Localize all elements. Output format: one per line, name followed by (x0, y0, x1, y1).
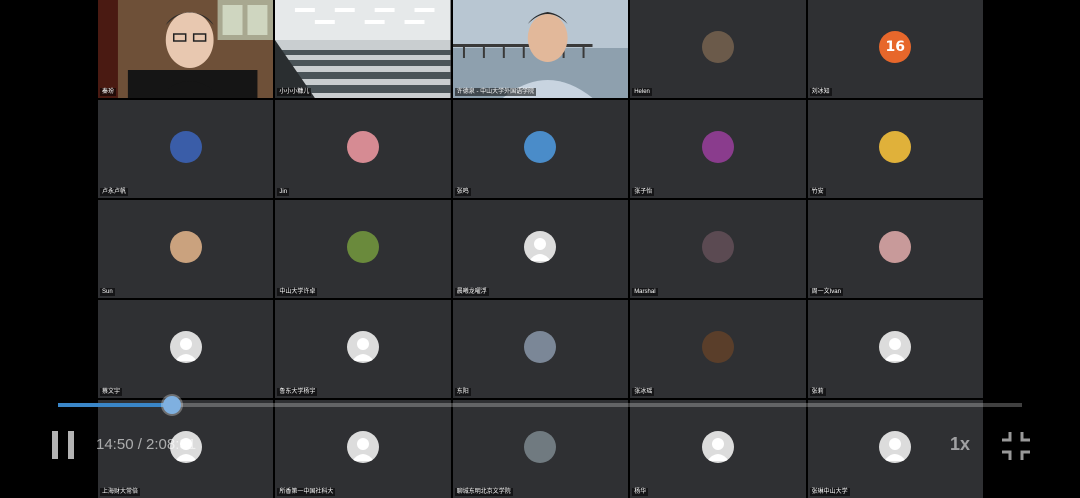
avatar (347, 331, 380, 363)
exit-fullscreen-icon[interactable] (1000, 430, 1032, 462)
participant-tile[interactable]: Marshal (630, 200, 806, 298)
avatar (879, 131, 912, 163)
pause-icon (52, 431, 58, 459)
participant-tile[interactable]: 东阳 (452, 300, 629, 398)
avatar (701, 331, 734, 363)
participant-name: 张琳中山大学 (809, 488, 850, 496)
participant-name: 张子怡 (632, 188, 655, 196)
avatar (169, 331, 202, 363)
avatar (347, 131, 380, 163)
progress-bar[interactable] (58, 396, 1022, 414)
participant-name: 东阳 (454, 388, 471, 396)
progress-fill (58, 403, 172, 407)
user-icon (352, 438, 375, 461)
avatar (524, 131, 557, 163)
avatar (347, 231, 380, 263)
participant-name: 小小小糠儿 (277, 88, 312, 96)
participant-tile[interactable]: 许德泉 - 中山大学外国语学院 (452, 0, 629, 98)
participant-tile[interactable]: 小小小糠儿 (275, 0, 451, 98)
participant-tile[interactable]: 卢永卢帆 (98, 100, 274, 198)
participant-name: Jin (277, 188, 290, 196)
avatar (169, 131, 202, 163)
participant-tile[interactable]: 16 刘冰知 (807, 0, 983, 98)
avatar (879, 431, 912, 463)
participant-name: 许德泉 - 中山大学外国语学院 (454, 88, 537, 96)
user-icon (174, 338, 197, 361)
participant-name: Helen (632, 88, 652, 96)
avatar (701, 131, 734, 163)
participant-name: 张鸣 (454, 188, 471, 196)
participant-name: 张莉 (809, 388, 826, 396)
participant-name: 杨华 (632, 488, 649, 496)
participant-name: 中山大学许卓 (277, 288, 318, 296)
participant-tile[interactable]: 中山大学许卓 (275, 200, 451, 298)
pause-button[interactable] (52, 431, 76, 459)
participant-tile[interactable]: Jin (275, 100, 451, 198)
participant-name: 聊城东明北京文学院 (454, 488, 513, 496)
participant-tile[interactable]: 蔡文宇 (98, 300, 274, 398)
participant-tile[interactable]: 张鸣 (452, 100, 629, 198)
playback-speed-button[interactable]: 1x (950, 434, 970, 455)
avatar (701, 431, 734, 463)
participant-tile[interactable]: 晨曦龙曜浮 (452, 200, 629, 298)
participant-tile[interactable]: 鲁东大学杨宇 (275, 300, 451, 398)
user-icon (884, 438, 907, 461)
participant-name: 所香第一中国社科大 (277, 488, 336, 496)
avatar: 16 (879, 31, 912, 63)
participant-name: 蔡文宇 (100, 388, 123, 396)
avatar (524, 331, 557, 363)
participant-tile[interactable]: 秦玢 (98, 0, 274, 98)
avatar (879, 331, 912, 363)
user-icon (884, 338, 907, 361)
participant-tile[interactable]: 张冰瑶 (630, 300, 806, 398)
avatar (701, 231, 734, 263)
participant-name: Sun (100, 288, 115, 296)
participant-name: 张冰瑶 (632, 388, 655, 396)
avatar (524, 231, 557, 263)
pause-icon (68, 431, 74, 459)
participant-name: 周一文Ivan (809, 288, 843, 296)
avatar (879, 231, 912, 263)
participant-name: 晨曦龙曜浮 (454, 288, 489, 296)
participant-tile[interactable]: Helen (630, 0, 806, 98)
participant-tile[interactable]: 张子怡 (630, 100, 806, 198)
playback-time: 14:50 / 2:08:31 (96, 436, 197, 453)
participant-name: 刘冰知 (809, 88, 832, 96)
participant-tile[interactable]: 聊城东明北京文学院 (452, 400, 629, 498)
participant-name: 卢永卢帆 (100, 188, 129, 196)
avatar (524, 431, 557, 463)
user-icon (529, 238, 552, 261)
participant-name: 鲁东大学杨宇 (277, 388, 318, 396)
video-grid: 秦玢 小小小糠儿 许德泉 - 中山大学外国语学院 Helen 16 刘冰知卢永卢帆 Ji… (98, 0, 983, 498)
participant-name: 上海财大常倍 (100, 488, 141, 496)
avatar (347, 431, 380, 463)
progress-knob[interactable] (162, 396, 181, 414)
participant-tile[interactable]: 竹安 (807, 100, 983, 198)
avatar (701, 31, 734, 63)
participant-tile[interactable]: 周一文Ivan (807, 200, 983, 298)
participant-name: 秦玢 (100, 88, 117, 96)
user-icon (352, 338, 375, 361)
participant-tile[interactable]: 所香第一中国社科大 (275, 400, 451, 498)
user-icon (706, 438, 729, 461)
participant-name: 竹安 (809, 188, 826, 196)
participant-tile[interactable]: 张莉 (807, 300, 983, 398)
avatar-badge: 16 (885, 39, 906, 55)
participant-name: Marshal (632, 288, 658, 296)
participant-tile[interactable]: Sun (98, 200, 274, 298)
avatar (169, 231, 202, 263)
participant-tile[interactable]: 杨华 (630, 400, 806, 498)
